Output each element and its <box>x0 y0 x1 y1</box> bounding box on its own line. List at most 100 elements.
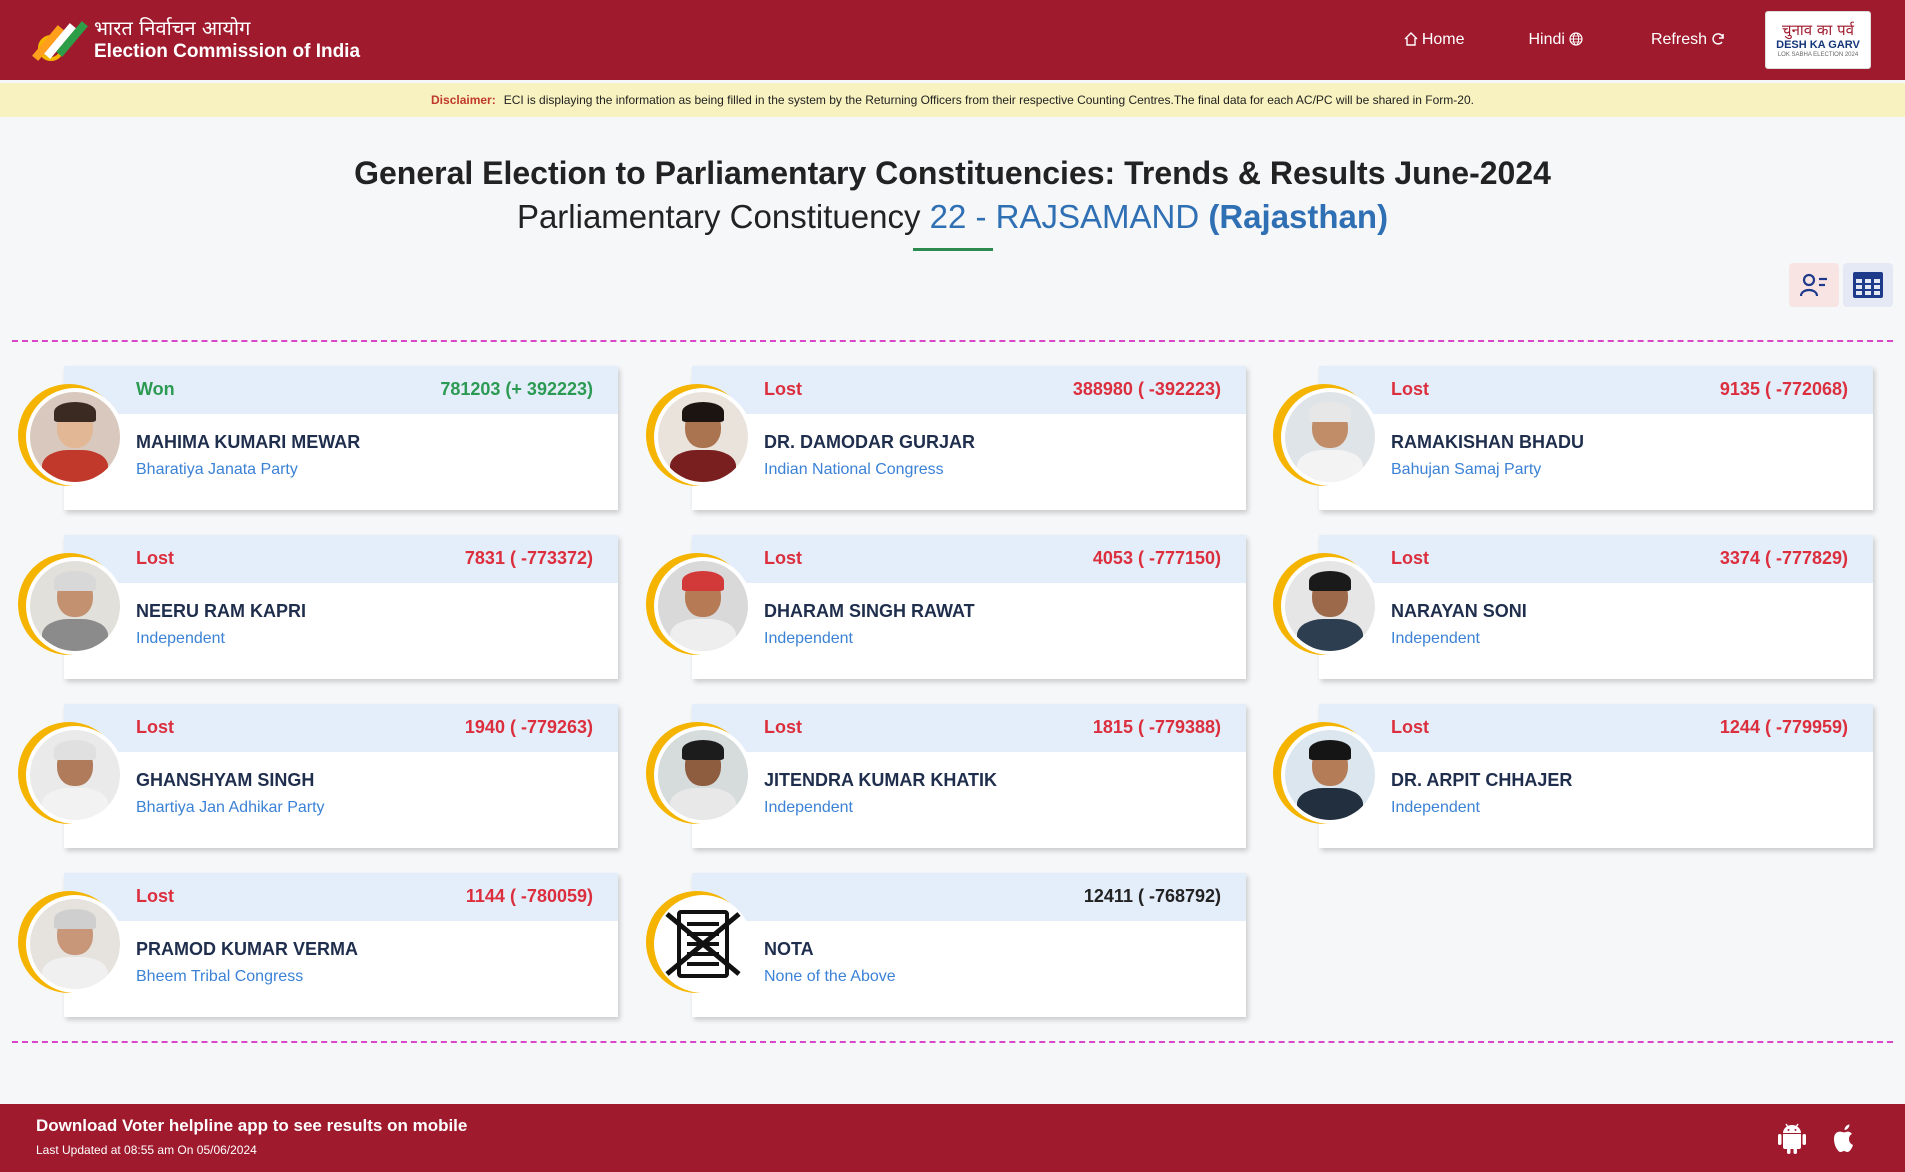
party-name: Bharatiya Janata Party <box>136 461 298 478</box>
brand-hindi: भारत निर्वाचन आयोग <box>94 16 251 40</box>
vote-count: 1940 ( -779263) <box>464 717 593 737</box>
candidate-name: NOTA <box>764 939 814 959</box>
party-name: Independent <box>136 630 225 647</box>
globe-icon <box>1569 31 1583 49</box>
page-title: General Election to Parliamentary Consti… <box>354 155 1551 191</box>
candidate-photo <box>654 388 752 486</box>
brand-english: Election Commission of India <box>94 41 361 62</box>
pc-prefix: Parliamentary Constituency <box>516 198 921 235</box>
party-name: None of the Above <box>764 968 896 985</box>
badge-english: DESH KA GARV <box>1776 39 1860 51</box>
result-status: Lost <box>1391 379 1429 399</box>
vote-count: 4053 ( -777150) <box>1092 548 1221 568</box>
apple-icon[interactable] <box>1829 1122 1859 1154</box>
nav-refresh[interactable]: Refresh <box>1651 31 1729 49</box>
title-underline <box>913 248 993 251</box>
divider-top <box>12 340 1893 342</box>
candidate-card[interactable]: Lost 388980 ( -392223) DR. DAMODAR GURJAR I… <box>646 366 1246 514</box>
party-name: Bheem Tribal Congress <box>136 968 304 985</box>
vote-count: 781203 (+ 392223) <box>440 379 593 399</box>
candidate-name: RAMAKISHAN BHADU <box>1391 432 1584 452</box>
table-icon <box>1853 272 1883 298</box>
pc-name: 22 - RAJSAMAND <box>929 198 1200 235</box>
eci-logo-icon <box>32 15 88 65</box>
disclaimer-label: Disclaimer: <box>431 93 496 107</box>
badge-sub: LOK SABHA ELECTION 2024 <box>1777 52 1859 58</box>
nav-refresh-label: Refresh <box>1650 31 1707 48</box>
top-header: भारत निर्वाचन आयोग Election Commission o… <box>0 0 1905 80</box>
candidate-card[interactable]: Lost 1940 ( -779263) GHANSHYAM SINGH Bharti… <box>18 704 618 852</box>
party-name: Bhartiya Jan Adhikar Party <box>136 799 325 816</box>
candidate-photo <box>654 726 752 824</box>
candidate-name: GHANSHYAM SINGH <box>136 770 315 790</box>
candidate-name: NEERU RAM KAPRI <box>136 601 307 621</box>
disclaimer-text: ECI is displaying the information as bei… <box>503 93 1474 107</box>
nav-home[interactable]: Home <box>1400 31 1465 49</box>
party-name: Independent <box>764 630 853 647</box>
nota-icon <box>654 895 752 993</box>
candidate-name: PRAMOD KUMAR VERMA <box>136 939 358 959</box>
candidate-card[interactable]: 12411 ( -768792) NOTA None of the Above <box>646 873 1246 1021</box>
footer-app-text: Download Voter helpline app to see resul… <box>36 1116 468 1135</box>
result-status: Won <box>136 379 175 399</box>
candidate-name: DR. ARPIT CHHAJER <box>1391 770 1573 790</box>
candidate-photo <box>26 388 124 486</box>
candidate-card[interactable]: Lost 9135 ( -772068) RAMAKISHAN BHADU Bahuj… <box>1273 366 1873 514</box>
footer-updated: Last Updated at 08:55 am On 05/06/2024 <box>36 1143 257 1157</box>
candidate-card[interactable]: Lost 1144 ( -780059) PRAMOD KUMAR VERMA Bhe… <box>18 873 618 1021</box>
party-name: Independent <box>1391 630 1480 647</box>
vote-count: 3374 ( -777829) <box>1719 548 1848 568</box>
vote-count: 1244 ( -779959) <box>1719 717 1848 737</box>
pc-state: (Rajasthan) <box>1208 198 1389 235</box>
candidate-card[interactable]: Lost 7831 ( -773372) NEERU RAM KAPRI Indepe… <box>18 535 618 683</box>
constituency-title: Parliamentary Constituency 22 - RAJSAMAN… <box>0 198 1905 236</box>
party-name: Bahujan Samaj Party <box>1391 461 1542 478</box>
disclaimer-bar: Disclaimer: ECI is displaying the inform… <box>0 83 1905 117</box>
candidate-card[interactable]: Lost 1244 ( -779959) DR. ARPIT CHHAJER Inde… <box>1273 704 1873 852</box>
candidate-photo <box>26 895 124 993</box>
candidate-card[interactable]: Lost 1815 ( -779388) JITENDRA KUMAR KHATIK… <box>646 704 1246 852</box>
candidate-photo <box>1281 557 1379 655</box>
candidate-photo <box>1281 726 1379 824</box>
table-view-button[interactable] <box>1843 263 1893 307</box>
party-name: Independent <box>1391 799 1480 816</box>
candidate-name: NARAYAN SONI <box>1391 601 1527 621</box>
party-name: Indian National Congress <box>764 461 944 478</box>
vote-count: 12411 ( -768792) <box>1083 886 1221 906</box>
result-status: Lost <box>764 717 802 737</box>
home-icon <box>1404 31 1418 49</box>
candidate-photo <box>26 726 124 824</box>
top-nav: Home Hindi Refresh चुनाव का पर्व DESH KA… <box>1336 0 1871 80</box>
badge-hindi: चुनाव का पर्व <box>1782 21 1854 39</box>
candidate-photo <box>1281 388 1379 486</box>
vote-count: 388980 ( -392223) <box>1072 379 1221 399</box>
refresh-icon <box>1711 32 1725 49</box>
result-status: Lost <box>136 886 174 906</box>
result-status: Lost <box>764 548 802 568</box>
candidate-card[interactable]: Won 781203 (+ 392223) MAHIMA KUMARI MEWAR B… <box>18 366 618 514</box>
candidate-view-button[interactable] <box>1789 263 1839 307</box>
desh-ka-garv-logo[interactable]: चुनाव का पर्व DESH KA GARV LOK SABHA ELE… <box>1765 11 1871 69</box>
divider-bottom <box>12 1041 1893 1043</box>
result-status: Lost <box>764 379 802 399</box>
vote-count: 7831 ( -773372) <box>464 548 593 568</box>
nav-home-label: Home <box>1421 31 1465 48</box>
nav-hindi[interactable]: Hindi <box>1529 31 1587 49</box>
vote-count: 1815 ( -779388) <box>1092 717 1221 737</box>
candidate-name: JITENDRA KUMAR KHATIK <box>764 770 997 790</box>
candidate-name: DHARAM SINGH RAWAT <box>764 601 975 621</box>
candidate-name: MAHIMA KUMARI MEWAR <box>136 432 361 452</box>
candidate-photo <box>654 557 752 655</box>
vote-count: 9135 ( -772068) <box>1719 379 1848 399</box>
eci-brand[interactable]: भारत निर्वाचन आयोग Election Commission o… <box>32 15 361 65</box>
candidate-list-icon <box>1799 273 1827 297</box>
party-name: Independent <box>764 799 853 816</box>
result-status: Lost <box>1391 548 1429 568</box>
android-icon[interactable] <box>1777 1122 1807 1154</box>
result-status: Lost <box>136 717 174 737</box>
candidate-card[interactable]: Lost 3374 ( -777829) NARAYAN SONI Independe… <box>1273 535 1873 683</box>
vote-count: 1144 ( -780059) <box>465 886 593 906</box>
candidate-name: DR. DAMODAR GURJAR <box>764 432 975 452</box>
candidate-card[interactable]: Lost 4053 ( -777150) DHARAM SINGH RAWAT Ind… <box>646 535 1246 683</box>
nav-hindi-label: Hindi <box>1528 31 1565 48</box>
